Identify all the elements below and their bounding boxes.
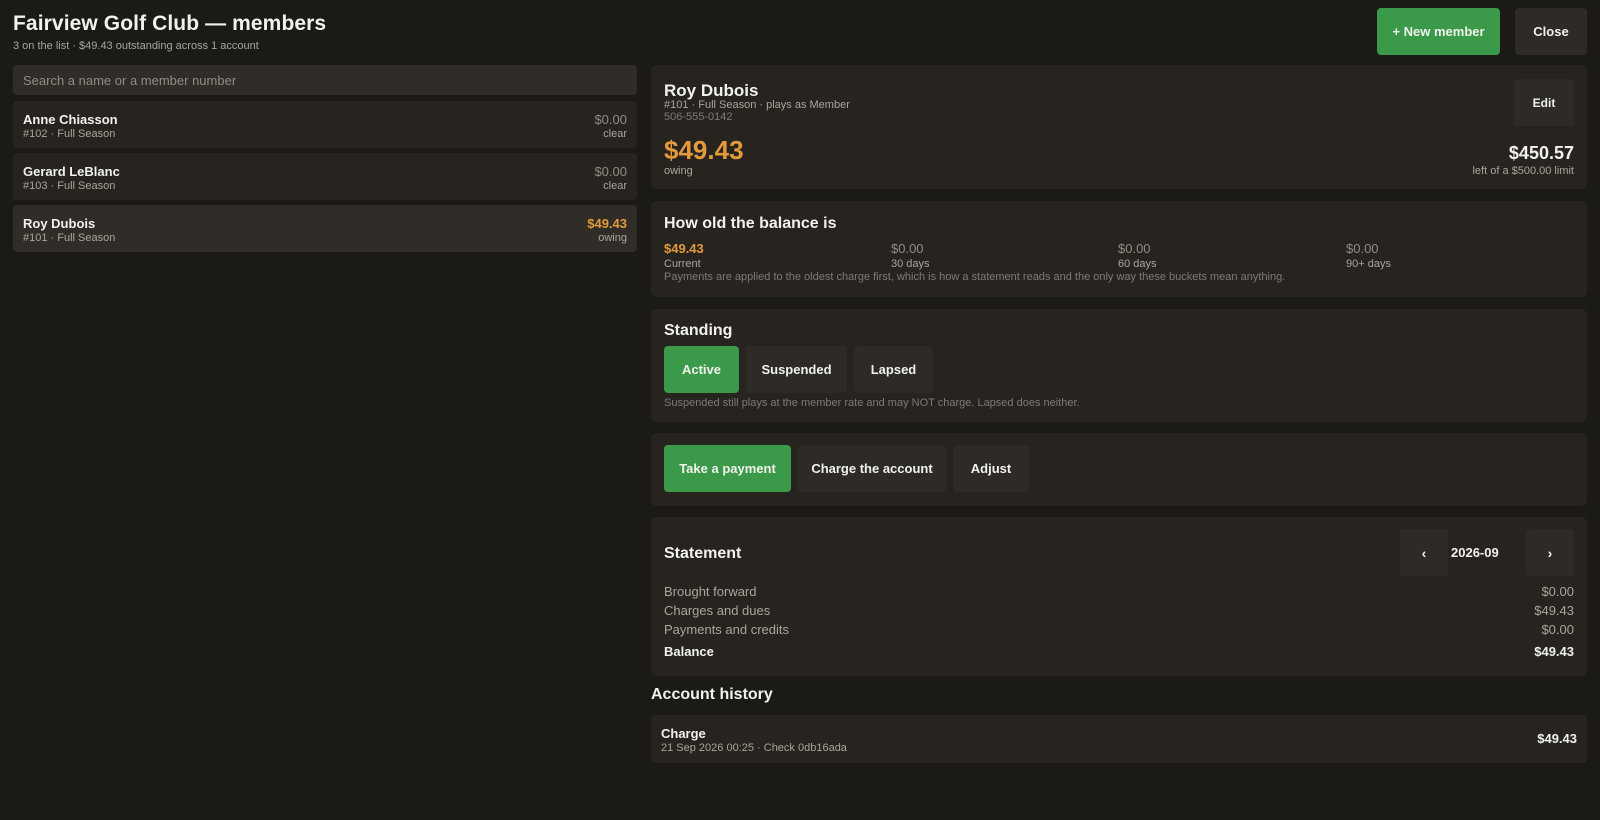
member-list-item[interactable]: Gerard LeBlanc #103 · Full Season $0.00 …	[13, 153, 637, 200]
page-subtitle: 3 on the list · $49.43 outstanding acros…	[13, 40, 259, 52]
standing-title: Standing	[664, 322, 733, 339]
profile-meta: #101 · Full Season · plays as Member	[664, 99, 850, 111]
account-history-title: Account history	[651, 686, 773, 703]
member-profile-panel: Roy Dubois #101 · Full Season · plays as…	[651, 65, 1587, 189]
statement-row-label: Payments and credits	[664, 622, 790, 637]
aging-bucket-30: $0.00 30 days	[891, 241, 930, 270]
statement-row-value: $49.43	[1534, 603, 1574, 618]
profile-owing-amount: $49.43	[664, 135, 744, 165]
page-header: Fairview Golf Club — members 3 on the li…	[13, 12, 326, 52]
standing-active-button[interactable]: Active	[664, 346, 739, 393]
aging-label: 90+ days	[1346, 258, 1391, 270]
statement-row-value: $49.43	[1534, 644, 1574, 659]
actions-panel: Take a payment Charge the account Adjust	[651, 433, 1587, 506]
statement-month: 2026-09	[1451, 545, 1499, 560]
member-status: owing	[598, 232, 627, 244]
statement-row-label: Brought forward	[664, 584, 757, 599]
statement-row-value: $0.00	[1541, 622, 1574, 637]
page-title: Fairview Golf Club — members	[13, 12, 327, 35]
charge-account-button[interactable]: Charge the account	[798, 445, 946, 492]
aging-amount: $0.00	[1346, 241, 1379, 256]
adjust-button[interactable]: Adjust	[953, 445, 1029, 492]
aging-label: 30 days	[891, 258, 930, 270]
aging-bucket-current: $49.43 Current	[664, 241, 704, 270]
prev-month-button[interactable]: ‹	[1400, 529, 1448, 576]
statement-row-label: Balance	[664, 644, 714, 659]
member-meta: #103 · Full Season	[23, 180, 116, 192]
member-status: clear	[603, 128, 627, 140]
standing-lapsed-button[interactable]: Lapsed	[854, 346, 933, 393]
member-meta: #101 · Full Season	[23, 232, 116, 244]
member-amount: $0.00	[594, 112, 627, 127]
edit-button[interactable]: Edit	[1514, 79, 1574, 126]
statement-row: Charges and dues $49.43	[664, 603, 1574, 621]
member-name: Gerard LeBlanc	[23, 164, 120, 179]
profile-name: Roy Dubois	[664, 81, 759, 100]
next-month-button[interactable]: ›	[1526, 529, 1574, 576]
history-type: Charge	[661, 726, 706, 741]
member-name: Anne Chiasson	[23, 112, 118, 127]
statement-row-label: Charges and dues	[664, 603, 771, 618]
statement-row: Brought forward $0.00	[664, 584, 1574, 602]
aging-bucket-90: $0.00 90+ days	[1346, 241, 1391, 270]
aging-amount: $0.00	[891, 241, 924, 256]
member-list-item-selected[interactable]: Roy Dubois #101 · Full Season $49.43 owi…	[13, 205, 637, 252]
credit-left-amount: $450.57	[1508, 143, 1574, 163]
aging-title: How old the balance is	[664, 215, 837, 232]
new-member-button[interactable]: + New member	[1377, 8, 1500, 55]
take-payment-button[interactable]: Take a payment	[664, 445, 791, 492]
aging-amount: $0.00	[1118, 241, 1151, 256]
aging-amount: $49.43	[664, 241, 704, 256]
member-amount: $49.43	[587, 216, 627, 231]
statement-row: Payments and credits $0.00	[664, 622, 1574, 640]
standing-suspended-button[interactable]: Suspended	[746, 346, 847, 393]
history-meta: 21 Sep 2026 00:25 · Check 0db16ada	[661, 742, 847, 754]
aging-bucket-60: $0.00 60 days	[1118, 241, 1157, 270]
profile-owing-label: owing	[664, 165, 693, 177]
standing-note: Suspended still plays at the member rate…	[664, 397, 1080, 409]
statement-balance-row: Balance $49.43	[664, 644, 1574, 662]
history-amount: $49.43	[1537, 731, 1577, 746]
standing-panel: Standing Active Suspended Lapsed Suspend…	[651, 309, 1587, 422]
statement-title: Statement	[664, 545, 742, 562]
aging-note: Payments are applied to the oldest charg…	[664, 271, 1286, 283]
aging-panel: How old the balance is $49.43 Current $0…	[651, 201, 1587, 297]
statement-panel: Statement ‹ 2026-09 › Brought forward $0…	[651, 517, 1587, 676]
profile-phone: 506-555-0142	[664, 111, 733, 123]
close-button[interactable]: Close	[1515, 8, 1587, 55]
credit-left-label: left of a $500.00 limit	[1472, 165, 1574, 177]
aging-label: Current	[664, 258, 701, 270]
member-list: Anne Chiasson #102 · Full Season $0.00 c…	[13, 101, 637, 257]
member-status: clear	[603, 180, 627, 192]
search-input[interactable]	[13, 65, 637, 95]
member-meta: #102 · Full Season	[23, 128, 116, 140]
statement-row-value: $0.00	[1541, 584, 1574, 599]
member-name: Roy Dubois	[23, 216, 96, 231]
history-list-item[interactable]: Charge 21 Sep 2026 00:25 · Check 0db16ad…	[651, 715, 1587, 763]
member-amount: $0.00	[594, 164, 627, 179]
aging-label: 60 days	[1118, 258, 1157, 270]
member-list-item[interactable]: Anne Chiasson #102 · Full Season $0.00 c…	[13, 101, 637, 148]
